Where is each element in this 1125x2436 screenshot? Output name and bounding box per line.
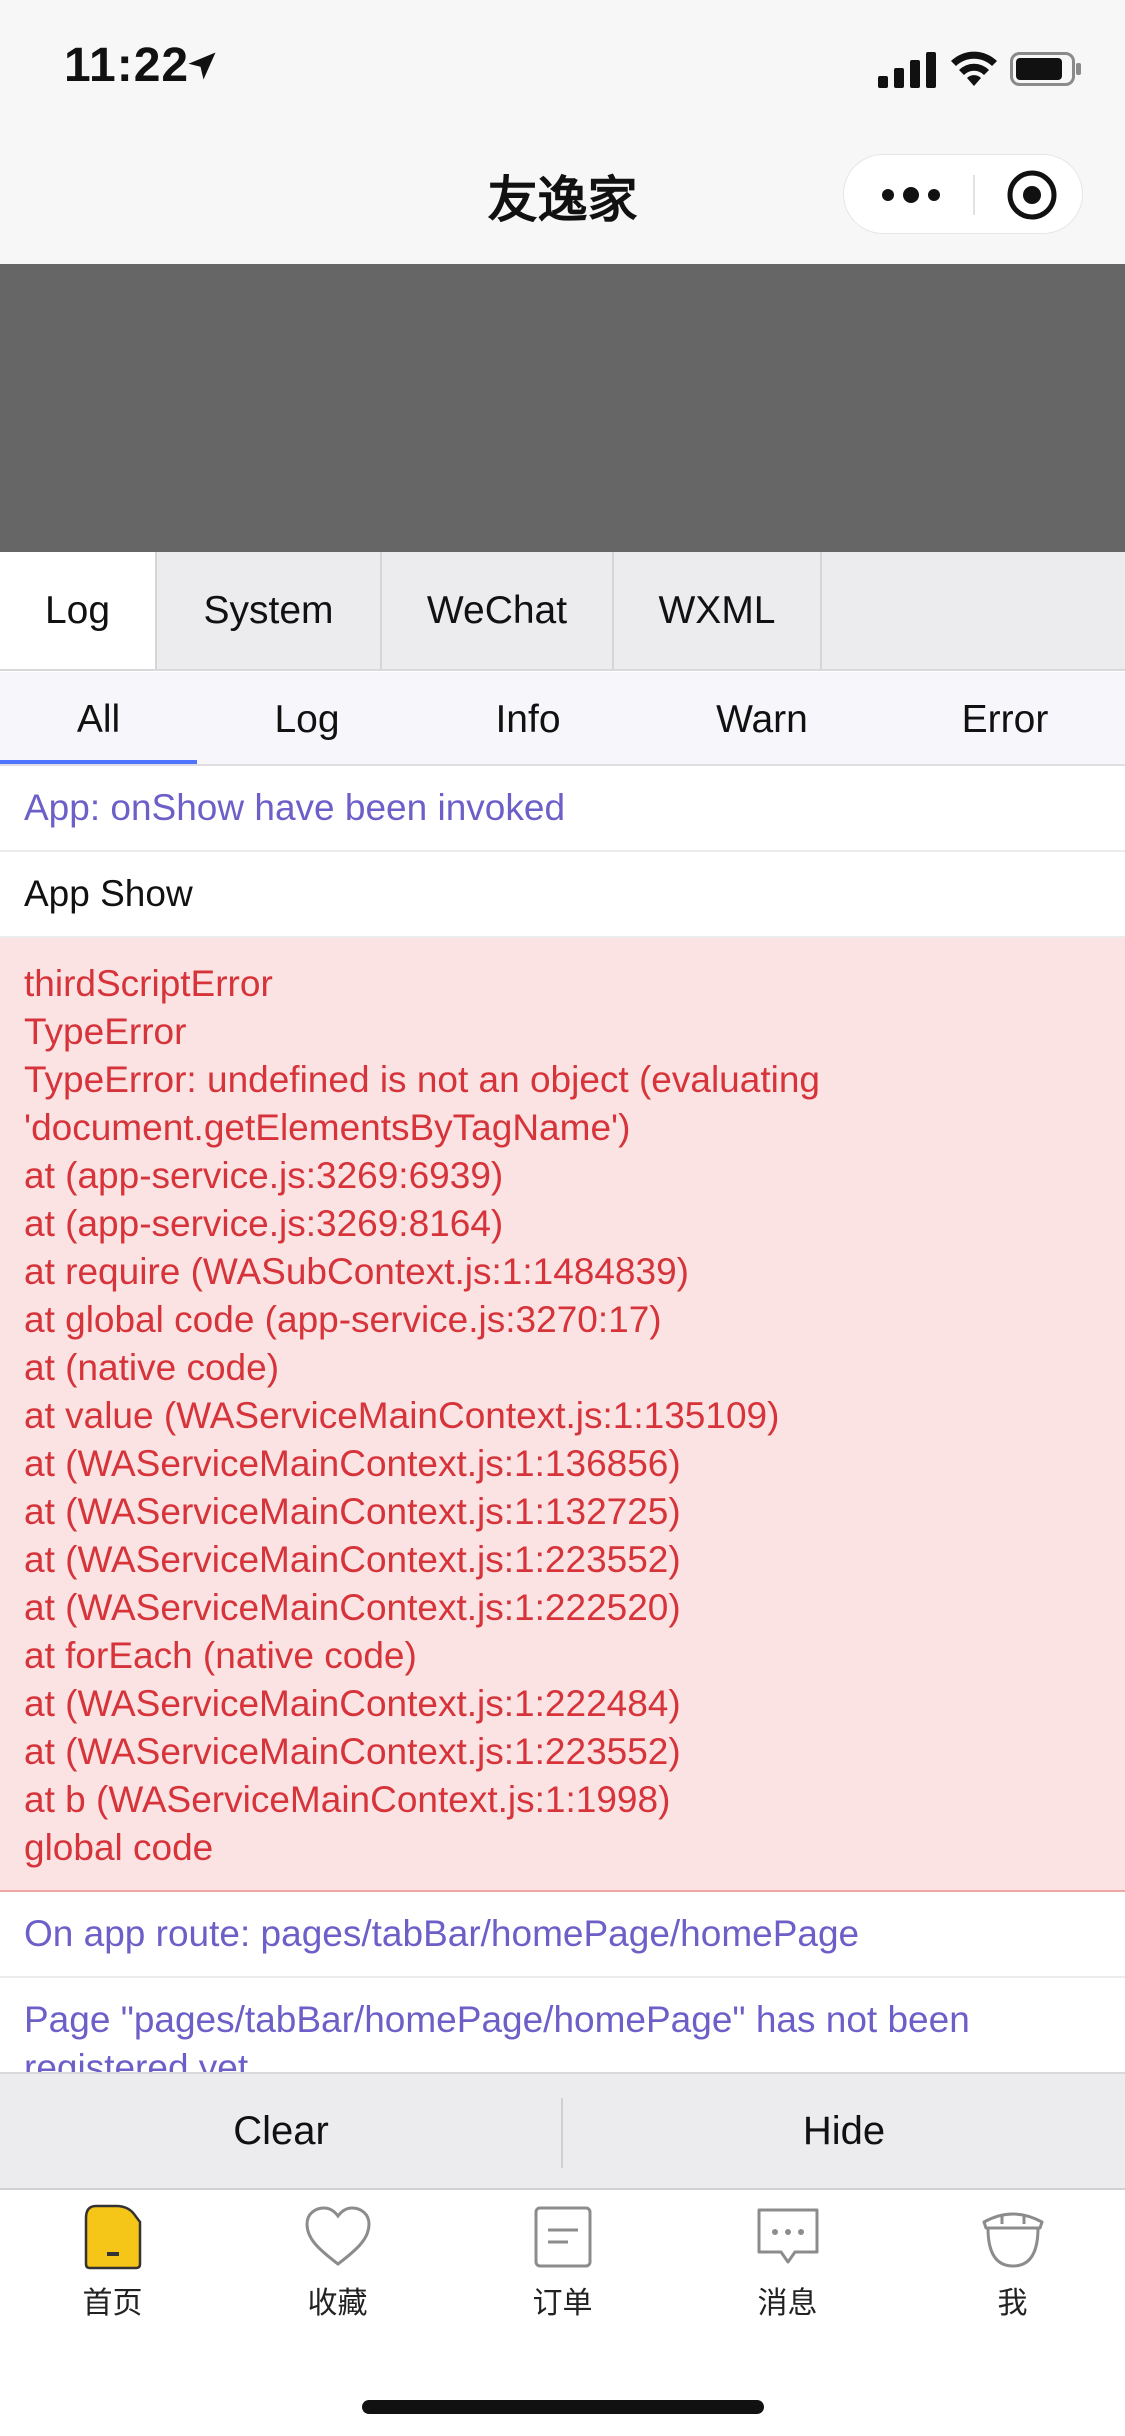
- tab-wxml[interactable]: WXML: [614, 552, 822, 669]
- log-item-error: thirdScriptError TypeError TypeError: un…: [0, 938, 1125, 1892]
- close-mini-program-icon[interactable]: [1006, 169, 1058, 221]
- message-icon: [757, 2208, 818, 2264]
- tabbar-label: 消息: [757, 2287, 818, 2320]
- hide-button[interactable]: Hide: [563, 2074, 1125, 2188]
- error-line: 'document.getElementsByTagName'): [24, 1107, 631, 1148]
- console-action-bar: Clear Hide: [0, 2072, 1125, 2190]
- console-tabs: Log System WeChat WXML: [0, 552, 1125, 671]
- error-line: at (WAServiceMainContext.js:1:136856): [24, 1443, 681, 1484]
- tabbar-label: 订单: [532, 2287, 593, 2320]
- error-line: at (WAServiceMainContext.js:1:132725): [24, 1491, 681, 1532]
- error-line: at (app-service.js:3269:8164): [24, 1203, 504, 1244]
- wifi-icon: [951, 51, 997, 86]
- tabbar-label: 首页: [82, 2287, 143, 2320]
- active-filter-underline: [0, 760, 197, 764]
- error-line: at b (WAServiceMainContext.js:1:1998): [24, 1779, 671, 1820]
- error-line: at (WAServiceMainContext.js:1:223552): [24, 1731, 681, 1772]
- filter-error[interactable]: Error: [885, 672, 1125, 764]
- battery-icon: [1010, 52, 1081, 86]
- error-line: at value (WAServiceMainContext.js:1:1351…: [24, 1395, 780, 1436]
- order-icon: [534, 2206, 591, 2268]
- cellular-signal-icon: [878, 52, 936, 88]
- tabbar-item-profile[interactable]: 我: [900, 2204, 1125, 2324]
- page-content-area: [0, 264, 1125, 552]
- location-arrow-icon: [188, 52, 216, 80]
- log-item-info: On app route: pages/tabBar/homePage/home…: [0, 1892, 1125, 1978]
- log-list[interactable]: App: onShow have been invoked App Show t…: [0, 766, 1125, 2072]
- error-line: TypeError: [24, 1011, 187, 1052]
- tabbar-item-favorites[interactable]: 收藏: [225, 2204, 450, 2324]
- tabbar-label: 收藏: [307, 2287, 368, 2320]
- error-line: thirdScriptError: [24, 963, 273, 1004]
- tabbar-item-orders[interactable]: 订单: [450, 2204, 675, 2324]
- status-time: 11:22: [64, 39, 190, 92]
- error-line: at global code (app-service.js:3270:17): [24, 1299, 662, 1340]
- profile-icon: [982, 2212, 1043, 2268]
- status-bar: 11:22: [0, 0, 1125, 132]
- tabbar-label: 我: [997, 2287, 1028, 2320]
- error-line: at require (WASubContext.js:1:1484839): [24, 1251, 689, 1292]
- error-line: at (native code): [24, 1347, 280, 1388]
- filter-log[interactable]: Log: [197, 672, 417, 764]
- tabbar-item-messages[interactable]: 消息: [675, 2204, 900, 2324]
- log-item-info: Page "pages/tabBar/homePage/homePage" ha…: [0, 1978, 1125, 2072]
- filter-warn[interactable]: Warn: [639, 672, 885, 764]
- capsule-divider: [973, 175, 975, 215]
- error-line: at (WAServiceMainContext.js:1:222520): [24, 1587, 681, 1628]
- error-line: TypeError: undefined is not an object (e…: [24, 1059, 820, 1100]
- error-line: global code: [24, 1827, 214, 1868]
- log-item-info: App: onShow have been invoked: [0, 766, 1125, 852]
- more-icon[interactable]: [880, 179, 942, 211]
- tabbar-item-home[interactable]: 首页: [0, 2204, 225, 2324]
- filter-info[interactable]: Info: [417, 672, 639, 764]
- home-icon: [84, 2204, 141, 2270]
- error-line: at forEach (native code): [24, 1635, 417, 1676]
- tab-wechat[interactable]: WeChat: [382, 552, 614, 669]
- clear-button[interactable]: Clear: [0, 2074, 562, 2188]
- error-line: at (WAServiceMainContext.js:1:222484): [24, 1683, 681, 1724]
- error-line: at (WAServiceMainContext.js:1:223552): [24, 1539, 681, 1580]
- error-line: at (app-service.js:3269:6939): [24, 1155, 504, 1196]
- home-indicator: [362, 2400, 764, 2414]
- mini-program-capsule: [843, 154, 1083, 234]
- tab-log[interactable]: Log: [0, 552, 157, 669]
- log-item-log: App Show: [0, 852, 1125, 938]
- tab-system[interactable]: System: [157, 552, 382, 669]
- heart-icon: [304, 2206, 371, 2266]
- navigation-bar: 友逸家: [0, 132, 1125, 264]
- log-filters: All Log Info Warn Error: [0, 672, 1125, 766]
- filter-all[interactable]: All: [0, 672, 197, 764]
